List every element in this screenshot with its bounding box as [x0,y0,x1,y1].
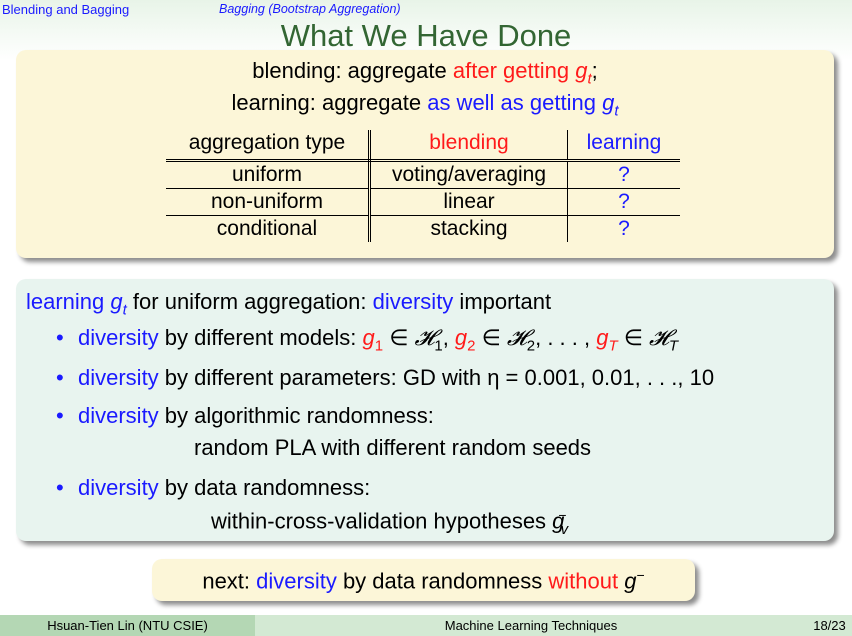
header-aggregation-type: aggregation type [166,130,371,162]
footer-page-number: 18/23 [807,615,852,636]
list-item: • diversity by different models: g1 ∈ 𝓗1,… [56,325,679,355]
subsection-link[interactable]: Bagging (Bootstrap Aggregation) [219,2,401,16]
blending-line: blending: aggregate after getting gt; [252,58,598,88]
footer-course: Machine Learning Techniques [255,615,807,636]
list-item-detail: within-cross-validation hypotheses g−v [211,507,569,538]
header-blending: blending [369,130,568,162]
footer-author: Hsuan-Tien Lin (NTU CSIE) [0,615,255,636]
footer: Hsuan-Tien Lin (NTU CSIE) Machine Learni… [0,615,852,636]
summary-box: blending: aggregate after getting gt; le… [16,50,834,258]
diversity-heading: learning gt for uniform aggregation: div… [26,289,552,319]
table-row: conditional stacking ? [166,215,680,242]
learning-line: learning: aggregate as well as getting g… [231,90,619,120]
slide-title: What We Have Done [280,18,572,53]
aggregation-table: aggregation type blending learning unifo… [166,130,680,242]
table-row: non-uniform linear ? [166,188,680,216]
next-topic-box: next: diversity by data randomness witho… [152,559,695,601]
diversity-box: learning gt for uniform aggregation: div… [16,279,834,541]
next-topic-text: next: diversity by data randomness witho… [202,567,645,594]
header-learning: learning [567,130,680,162]
table-row: uniform voting/averaging ? [166,160,680,189]
list-item: • diversity by algorithmic randomness: [56,403,434,428]
list-item-detail: random PLA with different random seeds [194,435,592,460]
list-item: • diversity by different parameters: GD w… [56,365,715,390]
section-link[interactable]: Blending and Bagging [2,2,129,17]
list-item: • diversity by data randomness: [56,475,371,500]
